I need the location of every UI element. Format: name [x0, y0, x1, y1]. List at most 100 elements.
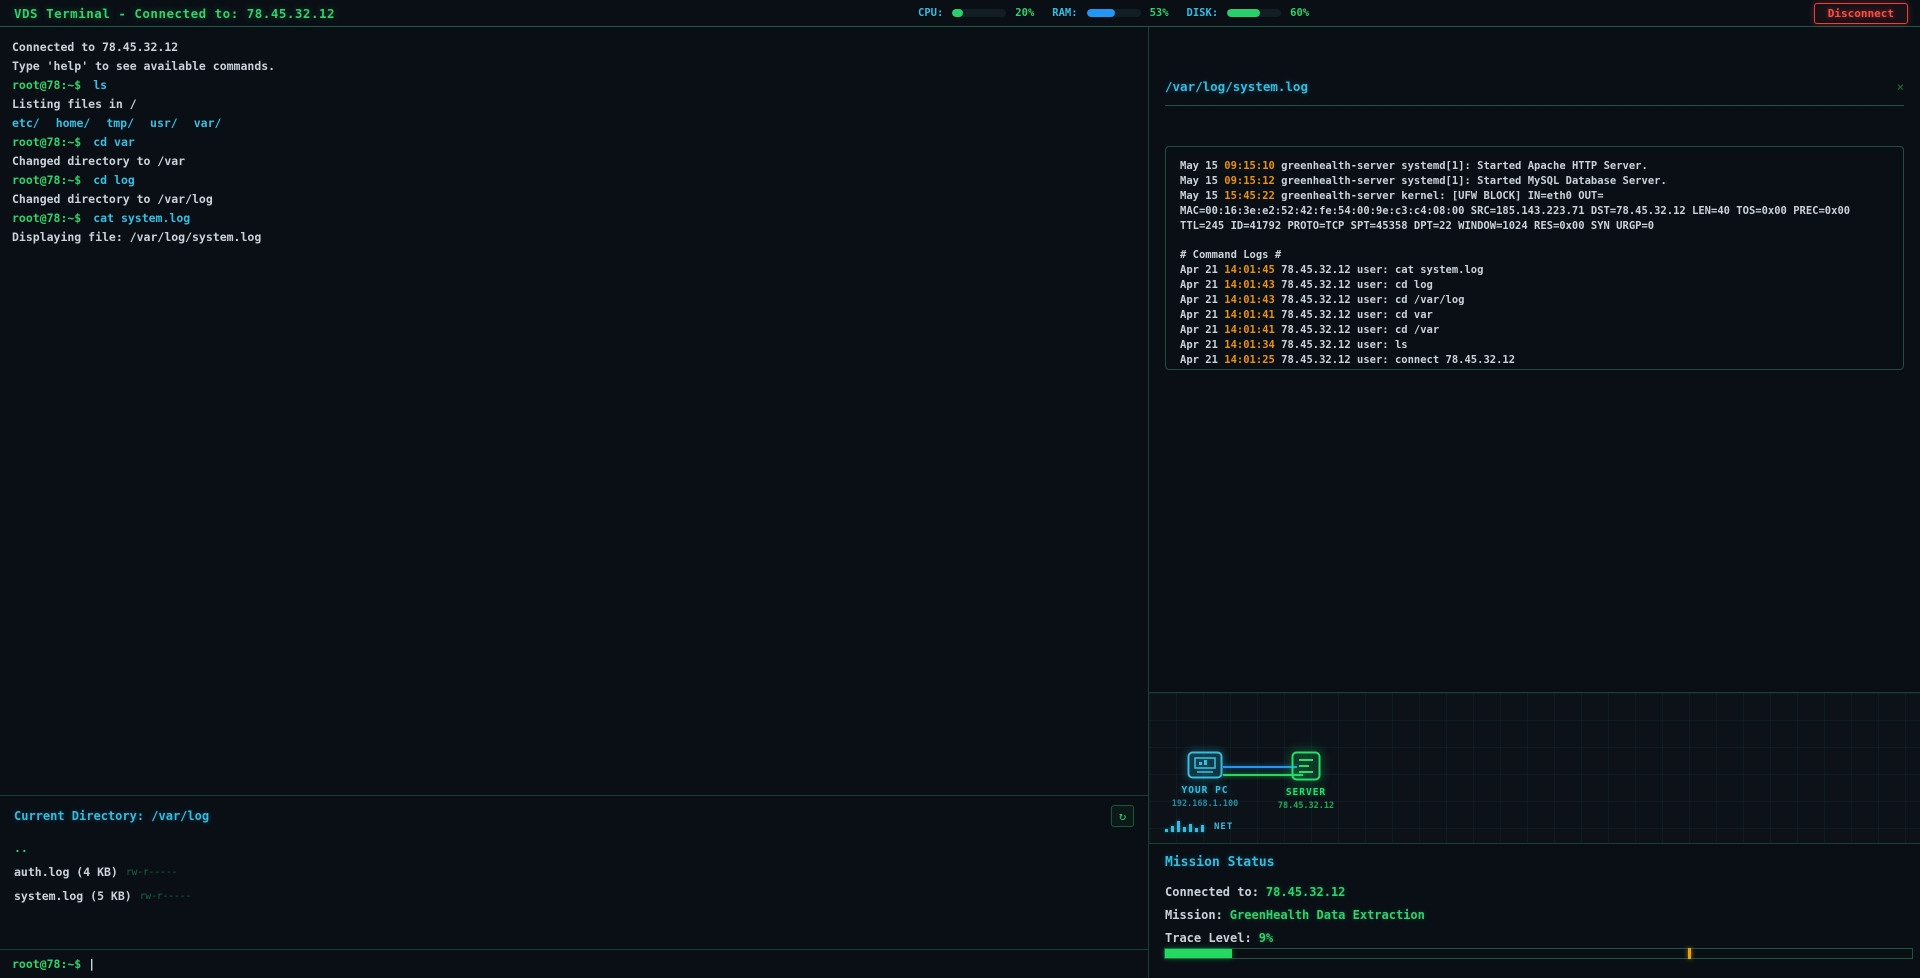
terminal-output: Connected to 78.45.32.12Type 'help' to s…	[0, 27, 1148, 795]
log-line: Apr 21 14:01:34 78.45.32.12 user: ls	[1180, 338, 1889, 353]
stat-meter-fill	[1087, 9, 1116, 17]
close-icon[interactable]: ×	[1897, 80, 1904, 94]
file-item[interactable]: auth.log (4 KB) rw-r-----	[14, 860, 1134, 884]
command-text: cat system.log	[93, 211, 190, 225]
log-line: Apr 21 14:01:45 78.45.32.12 user: cat sy…	[1180, 263, 1889, 278]
window-title: VDS Terminal - Connected to: 78.45.32.12	[14, 6, 335, 21]
log-line	[1180, 234, 1889, 249]
file-item[interactable]: system.log (5 KB)rw-r-----	[14, 884, 1134, 908]
stat-meter-fill	[1227, 9, 1259, 17]
net-activity-bar	[1201, 825, 1204, 832]
net-activity-bar	[1165, 829, 1168, 832]
log-timestamp: 14:01:25	[1224, 354, 1275, 366]
log-line: Apr 21 14:01:41 78.45.32.12 user: cd var	[1180, 308, 1889, 323]
log-timestamp: 14:01:41	[1224, 324, 1275, 336]
file-browser-header: Current Directory: /var/log ↻	[14, 805, 1134, 827]
log-timestamp: 14:01:34	[1224, 339, 1275, 351]
system-stat: DISK:60%	[1187, 7, 1310, 19]
server-label: SERVER	[1266, 787, 1346, 798]
main-split: Connected to 78.45.32.12Type 'help' to s…	[0, 27, 1920, 978]
refresh-icon: ↻	[1119, 809, 1126, 823]
stat-meter	[952, 9, 1006, 17]
log-timestamp: 14:01:43	[1224, 279, 1275, 291]
file-permissions: rw-r-----	[126, 867, 177, 878]
log-date: Apr 21	[1180, 309, 1224, 321]
terminal-line: Changed directory to /var	[12, 152, 1136, 171]
log-timestamp: 14:01:41	[1224, 309, 1275, 321]
command-text: cd var	[93, 135, 135, 149]
log-date: Apr 21	[1180, 279, 1224, 291]
file-name: ..	[14, 841, 28, 855]
stat-value: 60%	[1290, 7, 1309, 19]
net-activity-bar	[1171, 826, 1174, 832]
vds-terminal-app: VDS Terminal - Connected to: 78.45.32.12…	[0, 0, 1920, 978]
net-activity-bar	[1195, 828, 1198, 832]
log-message: greenhealth-server systemd[1]: Started M…	[1275, 175, 1667, 187]
file-name: system.log (5 KB)	[14, 889, 132, 903]
terminal-line: root@78:~$cat system.log	[12, 209, 1136, 228]
log-date: Apr 21	[1180, 339, 1224, 351]
net-activity-bar	[1177, 821, 1180, 832]
log-line: Apr 21 14:01:25 78.45.32.12 user: connec…	[1180, 353, 1889, 368]
log-timestamp: 09:15:12	[1224, 175, 1275, 187]
mission-row: Mission:GreenHealth Data Extraction	[1165, 908, 1904, 922]
log-date: May 15	[1180, 160, 1224, 172]
stat-label: RAM:	[1052, 7, 1077, 19]
right-column: /var/log/system.log × May 15 09:15:10 gr…	[1148, 27, 1920, 978]
directory-link[interactable]: etc/	[12, 116, 40, 130]
log-message: greenhealth-server kernel: [UFW BLOCK] I…	[1180, 190, 1856, 232]
log-message: 78.45.32.12 user: ls	[1275, 339, 1408, 351]
mission-status-panel: Mission Status Connected to:78.45.32.12 …	[1149, 843, 1920, 978]
disconnect-button[interactable]: Disconnect	[1814, 3, 1908, 24]
directory-link[interactable]: tmp/	[106, 116, 134, 130]
terminal-line: Displaying file: /var/log/system.log	[12, 228, 1136, 247]
server-icon	[1291, 751, 1321, 781]
trace-threshold-marker	[1688, 948, 1691, 959]
file-browser-panel: Current Directory: /var/log ↻ .. auth.log…	[0, 795, 1148, 949]
log-content: May 15 09:15:10 greenhealth-server syste…	[1165, 146, 1904, 370]
directory-link[interactable]: var/	[194, 116, 222, 130]
net-activity-indicator: NET	[1165, 821, 1233, 832]
prompt-label: root@78:~$	[12, 135, 81, 149]
trace-value: 9%	[1259, 931, 1273, 945]
connected-label: Connected to:	[1165, 885, 1259, 899]
terminal-line: root@78:~$ ls	[12, 76, 1136, 95]
command-input-line[interactable]: root@78:~$ |	[0, 949, 1148, 978]
log-message: 78.45.32.12 user: cd log	[1275, 279, 1433, 291]
terminal-line: Changed directory to /var/log	[12, 190, 1136, 209]
log-message: 78.45.32.12 user: cd /var/log	[1275, 294, 1465, 306]
server-ip: 78.45.32.12	[1266, 801, 1346, 811]
command-text: ls	[93, 78, 107, 92]
directory-link[interactable]: usr/	[150, 116, 178, 130]
file-item[interactable]: ..	[14, 836, 1134, 860]
directory-link[interactable]: home/	[56, 116, 91, 130]
system-stat: RAM:53%	[1052, 7, 1168, 19]
text-cursor: |	[88, 957, 95, 971]
terminal-line: Connected to 78.45.32.12	[12, 38, 1136, 57]
net-activity-bar	[1189, 824, 1192, 832]
mission-title: Mission Status	[1165, 855, 1904, 870]
prompt-label: root@78:~$	[12, 78, 81, 92]
log-line: May 15 09:15:12 greenhealth-server syste…	[1180, 174, 1889, 189]
log-date: May 15	[1180, 175, 1224, 187]
log-line: May 15 09:15:10 greenhealth-server syste…	[1180, 159, 1889, 174]
refresh-button[interactable]: ↻	[1111, 805, 1134, 827]
system-stat: CPU:20%	[918, 7, 1034, 19]
trace-label: Trace Level:	[1165, 931, 1252, 945]
log-line: May 15 15:45:22 greenhealth-server kerne…	[1180, 189, 1889, 234]
log-timestamp: 09:15:10	[1224, 160, 1275, 172]
pc-node: YOUR PC 192.168.1.100	[1165, 751, 1245, 809]
stat-meter	[1227, 9, 1281, 17]
current-directory-label: Current Directory: /var/log	[14, 809, 209, 823]
log-date: Apr 21	[1180, 354, 1224, 366]
terminal-line: Type 'help' to see available commands.	[12, 57, 1136, 76]
pc-ip: 192.168.1.100	[1165, 799, 1245, 809]
mission-label: Mission:	[1165, 908, 1223, 922]
file-viewer-panel: /var/log/system.log × May 15 09:15:10 gr…	[1149, 27, 1920, 692]
log-date: Apr 21	[1180, 264, 1224, 276]
file-name: auth.log (4 KB)	[14, 865, 118, 879]
log-timestamp: 15:45:22	[1224, 190, 1275, 202]
system-stats: CPU:20% RAM:53% DISK:60%	[918, 0, 1309, 26]
trace-level-fill	[1165, 949, 1232, 958]
stat-meter-fill	[952, 9, 963, 17]
